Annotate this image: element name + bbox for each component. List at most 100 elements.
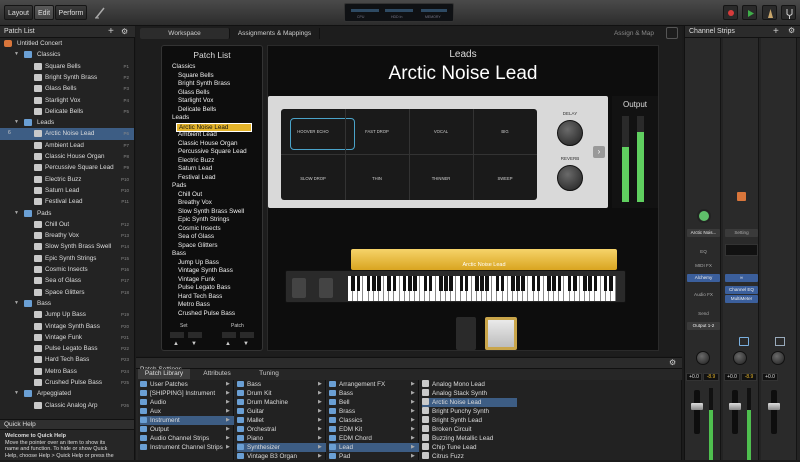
pan-knob-3[interactable]: [771, 351, 785, 365]
tab-patch-library[interactable]: Patch Library: [138, 369, 190, 379]
black-key[interactable]: [351, 276, 355, 291]
transform-pad-cell[interactable]: FAST DROP: [345, 129, 409, 134]
black-key[interactable]: [531, 276, 536, 291]
edit-mode-button[interactable]: Edit: [34, 5, 54, 20]
browser-item[interactable]: Instrument Channel Strips ▶: [140, 443, 234, 452]
browser-item[interactable]: EDM Chord ▶: [329, 434, 419, 443]
browser-item[interactable]: Bell ▶: [329, 398, 419, 407]
transform-pad[interactable]: [281, 109, 537, 200]
black-key[interactable]: [444, 276, 448, 291]
perform-mode-button[interactable]: Perform: [55, 5, 87, 20]
patch-row[interactable]: Percussive Square Lead P9: [0, 162, 134, 173]
browser-item[interactable]: Bass ▶: [237, 380, 326, 389]
plugin-alchemy[interactable]: Alchemy: [687, 274, 720, 282]
browser-item[interactable]: Analog Stack Synth: [422, 389, 517, 398]
screen-patch-item[interactable]: Breathy Vox: [178, 199, 212, 206]
fader-cap-1[interactable]: [691, 403, 703, 410]
browser-item[interactable]: User Patches ▶: [140, 380, 234, 389]
black-key[interactable]: [449, 276, 453, 291]
patch-row[interactable]: Classic Analog Arp P26: [0, 400, 134, 411]
black-key[interactable]: [371, 276, 376, 291]
disclosure-triangle-icon[interactable]: ▼: [14, 208, 19, 219]
patch-up-arrow-icon[interactable]: ▲: [225, 341, 231, 347]
tuning-fork-icon[interactable]: [781, 5, 796, 20]
patch-row[interactable]: Cosmic Insects P16: [0, 264, 134, 275]
black-key[interactable]: [609, 276, 613, 291]
black-key[interactable]: [547, 276, 551, 291]
screen-category[interactable]: Pads: [172, 182, 186, 189]
patch-row[interactable]: Breathy Vox P13: [0, 230, 134, 241]
assign-map-button[interactable]: Assign & Map: [606, 28, 662, 39]
patch-row[interactable]: Vintage Funk P21: [0, 332, 134, 343]
plugin-channel-eq[interactable]: Channel EQ: [725, 286, 758, 294]
set-down-button[interactable]: [188, 332, 202, 338]
patch-up-button[interactable]: [222, 332, 236, 338]
screen-patch-item[interactable]: Saturn Lead: [178, 165, 212, 172]
strips-gear-icon[interactable]: ⚙: [788, 26, 795, 35]
volume-fader-1[interactable]: [694, 390, 700, 434]
screen-patch-item[interactable]: Space Glitters: [178, 242, 218, 249]
black-key[interactable]: [377, 276, 381, 291]
browser-item[interactable]: Broken Circuit: [422, 425, 517, 434]
black-key[interactable]: [459, 276, 464, 291]
gear-icon[interactable]: ⚙: [121, 26, 128, 38]
disclosure-triangle-icon[interactable]: ▼: [14, 388, 19, 399]
tab-assignments-mappings[interactable]: Assignments & Mappings: [230, 28, 320, 39]
delay-knob[interactable]: [557, 120, 583, 146]
sustain-pedal[interactable]: [456, 317, 476, 350]
screen-patch-item[interactable]: Jump Up Bass: [178, 259, 219, 266]
browser-item[interactable]: Brass ▶: [329, 407, 419, 416]
black-key[interactable]: [567, 276, 572, 291]
patch-row[interactable]: Hard Tech Bass P23: [0, 354, 134, 365]
black-key[interactable]: [511, 276, 515, 291]
browser-item[interactable]: Chip Tune Lead: [422, 443, 517, 452]
layout-mode-button[interactable]: Layout: [4, 5, 33, 20]
browser-item[interactable]: Mallet ▶: [237, 416, 326, 425]
concert-row[interactable]: Untitled Concert: [0, 38, 134, 49]
browser-item[interactable]: Aux ▶: [140, 407, 234, 416]
set-up-button[interactable]: [170, 332, 184, 338]
tab-workspace[interactable]: Workspace: [140, 28, 230, 39]
screen-patch-item[interactable]: Square Bells: [178, 72, 214, 79]
patch-folder[interactable]: ▼ Arpeggiated: [0, 388, 134, 399]
add-strip-icon[interactable]: +: [773, 26, 779, 37]
patch-row[interactable]: Delicate Bells P5: [0, 106, 134, 117]
tab-tuning[interactable]: Tuning: [244, 369, 294, 379]
pan-knob-2[interactable]: [733, 351, 747, 365]
pan-knob-1[interactable]: [696, 351, 710, 365]
black-key[interactable]: [572, 276, 577, 291]
fader-cap-3[interactable]: [768, 403, 780, 410]
expression-pedal[interactable]: [485, 317, 517, 350]
black-key[interactable]: [387, 276, 392, 291]
browser-item[interactable]: Drum Machine ▶: [237, 398, 326, 407]
browser-item[interactable]: Orchestral ▶: [237, 425, 326, 434]
set-up-arrow-icon[interactable]: ▲: [173, 341, 179, 347]
browser-item[interactable]: Audio Channel Strips ▶: [140, 434, 234, 443]
black-key[interactable]: [500, 276, 505, 291]
browser-item[interactable]: Bright Synth Lead: [422, 416, 517, 425]
patch-row[interactable]: Slow Synth Brass Swell P14: [0, 241, 134, 252]
browser-item[interactable]: Instrument ▶: [140, 416, 234, 425]
browser-item[interactable]: Bright Punchy Synth: [422, 407, 517, 416]
black-key[interactable]: [475, 276, 479, 291]
browser-item[interactable]: Analog Mono Lead: [422, 380, 517, 389]
screen-patch-item[interactable]: Epic Synth Strings: [178, 216, 229, 223]
patch-row[interactable]: Space Glitters P18: [0, 287, 134, 298]
screen-patch-item[interactable]: Sea of Glass: [178, 233, 214, 240]
transform-pad-cell[interactable]: SWEEP: [473, 176, 537, 181]
screen-patch-item[interactable]: Glass Bells: [178, 89, 210, 96]
output-slot[interactable]: Output 1-2: [687, 322, 720, 330]
black-key[interactable]: [438, 276, 443, 291]
black-key[interactable]: [536, 276, 541, 291]
screen-patch-item[interactable]: Cosmic Insects: [178, 225, 221, 232]
black-key[interactable]: [464, 276, 469, 291]
browser-item[interactable]: Piano ▶: [237, 434, 326, 443]
input-icon[interactable]: [697, 209, 711, 223]
transform-pad-cell[interactable]: BIG: [473, 129, 537, 134]
browser-item[interactable]: EDM Kit ▶: [329, 425, 419, 434]
screen-patch-item[interactable]: Classic House Organ: [178, 140, 238, 147]
patch-row[interactable]: Epic Synth Strings P15: [0, 253, 134, 264]
screen-patch-item[interactable]: Ambient Lead: [178, 131, 217, 138]
volume-fader-3[interactable]: [771, 390, 777, 434]
screen-category[interactable]: Classics: [172, 63, 195, 70]
